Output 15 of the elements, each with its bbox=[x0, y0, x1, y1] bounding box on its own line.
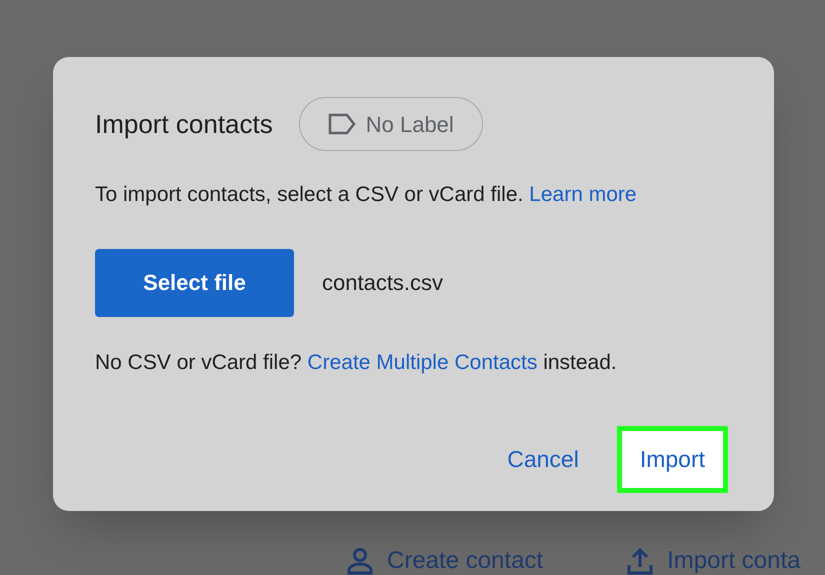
create-contact-button[interactable]: Create contact bbox=[347, 543, 544, 575]
label-icon bbox=[328, 113, 356, 135]
dialog-title: Import contacts bbox=[95, 108, 273, 140]
description: To import contacts, select a CSV or vCard file. Learn more bbox=[95, 182, 638, 208]
person-icon bbox=[347, 547, 373, 575]
cancel-button[interactable]: Cancel bbox=[507, 426, 579, 493]
import-contacts-button[interactable]: Import conta bbox=[627, 543, 800, 575]
hint-text: No CSV or vCard file? Create Multiple Contacts instead. bbox=[95, 350, 618, 376]
label-chip[interactable]: No Label bbox=[298, 97, 483, 151]
select-file-button[interactable]: Select file bbox=[95, 248, 294, 316]
learn-more-link[interactable]: Learn more bbox=[529, 183, 637, 206]
file-name: contacts.csv bbox=[322, 269, 444, 297]
import-button[interactable]: Import bbox=[616, 426, 728, 493]
create-multiple-contacts-link[interactable]: Create Multiple Contacts bbox=[307, 350, 538, 374]
upload-icon bbox=[627, 547, 654, 575]
